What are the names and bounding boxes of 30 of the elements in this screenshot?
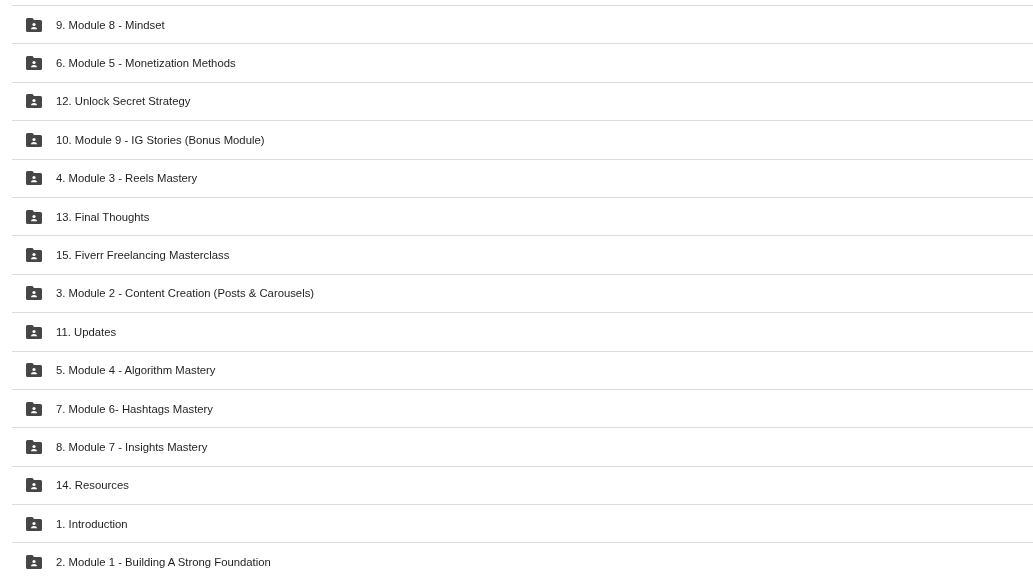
folder-name[interactable]: 13. Final Thoughts [56, 210, 150, 223]
folder-name[interactable]: 4. Module 3 - Reels Mastery [56, 172, 198, 185]
folder-name[interactable]: 1. Introduction [56, 517, 128, 530]
shared-folder-icon [26, 286, 42, 301]
shared-folder-icon [26, 555, 42, 570]
folder-name[interactable]: 15. Fiverr Freelancing Masterclass [56, 249, 230, 262]
folder-name[interactable]: 8. Module 7 - Insights Mastery [56, 441, 208, 453]
folder-name[interactable]: 7. Module 6- Hashtags Mastery [56, 402, 213, 415]
shared-folder-icon [26, 478, 42, 493]
folder-name[interactable]: 12. Unlock Secret Strategy [56, 95, 191, 108]
shared-folder-icon [26, 94, 42, 109]
folder-name[interactable]: 9. Module 8 - Mindset [56, 18, 165, 31]
shared-folder-icon [26, 132, 42, 147]
folder-name[interactable]: 11. Updates [56, 325, 117, 338]
shared-folder-icon [26, 209, 42, 224]
shared-folder-icon [26, 363, 42, 378]
folder-name[interactable]: 14. Resources [56, 479, 129, 492]
folder-name[interactable]: 3. Module 2 - Content Creation (Posts & Carousels) [56, 287, 315, 300]
folder-name[interactable]: 6. Module 5 - Monetization Methods [56, 57, 236, 70]
folder-name[interactable]: 5. Module 4 - Algorithm Mastery [56, 364, 216, 377]
shared-folder-icon [26, 516, 42, 531]
shared-folder-icon [26, 401, 42, 416]
shared-folder-icon [26, 440, 42, 454]
shared-folder-icon [26, 56, 42, 71]
shared-folder-icon [26, 248, 42, 263]
shared-folder-icon [26, 17, 42, 32]
shared-folder-icon [26, 324, 42, 339]
folder-name[interactable]: 2. Module 1 - Building A Strong Foundation [56, 556, 271, 569]
shared-folder-icon [26, 171, 42, 186]
folder-name[interactable]: 10. Module 9 - IG Stories (Bonus Module) [56, 133, 265, 146]
